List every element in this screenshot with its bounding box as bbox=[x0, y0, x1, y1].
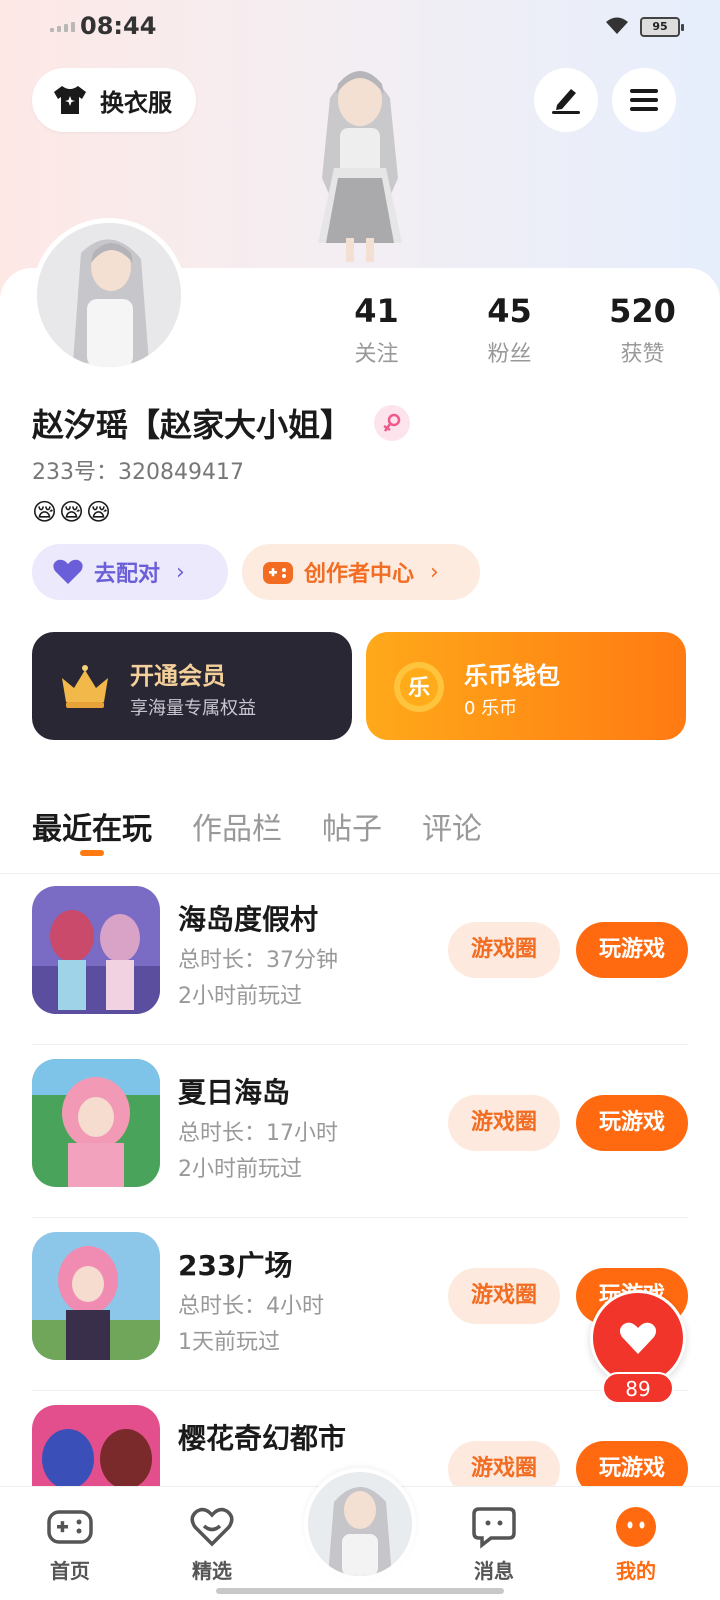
wallet-balance: 0 乐币 bbox=[464, 698, 518, 719]
avatar-image bbox=[308, 1472, 412, 1576]
profile-name-row: 赵汐瑶【赵家大小姐】 bbox=[32, 400, 411, 446]
pair-match-button[interactable]: 去配对 › bbox=[32, 544, 228, 600]
vip-title: 开通会员 bbox=[130, 662, 226, 690]
profile-stats: 41 关注 45 粉丝 520 获赞 bbox=[310, 292, 710, 368]
stat-value: 520 bbox=[609, 292, 676, 330]
stat-likes[interactable]: 520 获赞 bbox=[576, 292, 709, 368]
home-indicator bbox=[216, 1588, 504, 1594]
gamepad-icon bbox=[47, 1510, 93, 1544]
game-duration: 总时长：37分钟 bbox=[178, 948, 338, 973]
game-name: 樱花奇幻都市 bbox=[178, 1422, 347, 1455]
pen-icon bbox=[552, 89, 580, 114]
tabs-divider bbox=[0, 873, 720, 874]
avatar-3d-figure[interactable] bbox=[290, 58, 430, 268]
nav-messages[interactable]: 消息 bbox=[444, 1505, 544, 1584]
game-name: 夏日海岛 bbox=[178, 1076, 291, 1109]
battery-icon: 95 bbox=[640, 17, 684, 37]
game-circle-button[interactable]: 游戏圈 bbox=[448, 1095, 560, 1151]
play-game-button[interactable]: 玩游戏 bbox=[576, 922, 688, 978]
game-last-played: 2小时前玩过 bbox=[178, 1157, 302, 1182]
menu-button[interactable] bbox=[612, 68, 676, 132]
gamepad-icon bbox=[263, 562, 293, 584]
signature-emoji: 😪😪😪 bbox=[32, 498, 114, 526]
status-time: 08:44 bbox=[80, 12, 157, 40]
vip-membership-banner[interactable]: 开通会员 享海量专属权益 bbox=[32, 632, 352, 740]
stat-label: 获赞 bbox=[620, 342, 665, 367]
chat-icon bbox=[472, 1507, 516, 1549]
nav-home[interactable]: 首页 bbox=[20, 1505, 120, 1584]
tab-recently-played[interactable]: 最近在玩 bbox=[32, 804, 152, 848]
nav-messages-label: 消息 bbox=[474, 1559, 514, 1583]
list-divider bbox=[32, 1044, 688, 1045]
nav-avatar-button[interactable] bbox=[304, 1468, 416, 1580]
nav-home-label: 首页 bbox=[50, 1559, 90, 1583]
game-thumbnail bbox=[32, 1059, 160, 1187]
game-last-played: 1天前玩过 bbox=[178, 1330, 280, 1355]
game-name: 海岛度假村 bbox=[178, 903, 319, 936]
list-item[interactable]: 夏日海岛 总时长：17小时 2小时前玩过 游戏圈 玩游戏 bbox=[32, 1059, 688, 1235]
game-last-played: 2小时前玩过 bbox=[178, 984, 302, 1009]
crown-icon bbox=[62, 665, 108, 708]
stat-fans[interactable]: 45 粉丝 bbox=[443, 292, 576, 368]
profile-name: 赵汐瑶【赵家大小姐】 bbox=[32, 406, 353, 444]
wifi-icon bbox=[606, 17, 628, 34]
stat-value: 45 bbox=[487, 292, 532, 330]
avatar-image bbox=[37, 223, 181, 367]
creator-center-label: 创作者中心 bbox=[304, 562, 415, 587]
heart-outline-icon bbox=[190, 1507, 234, 1547]
active-tab-indicator bbox=[80, 850, 104, 856]
user-id: 233号：320849417 bbox=[32, 460, 244, 485]
play-game-button[interactable]: 玩游戏 bbox=[576, 1095, 688, 1151]
game-thumbnail bbox=[32, 886, 160, 1014]
coin-char: 乐 bbox=[408, 676, 430, 701]
nav-me[interactable]: 我的 bbox=[586, 1505, 686, 1584]
stat-value: 41 bbox=[354, 292, 399, 330]
nav-featured-label: 精选 bbox=[192, 1559, 232, 1583]
game-name: 233广场 bbox=[178, 1249, 293, 1282]
heart-icon bbox=[53, 559, 83, 584]
cell-signal-icon bbox=[50, 22, 75, 32]
nav-me-label: 我的 bbox=[616, 1559, 656, 1583]
status-bar: 08:44 95 bbox=[0, 0, 720, 56]
game-circle-button[interactable]: 游戏圈 bbox=[448, 1268, 560, 1324]
vip-subtitle: 享海量专属权益 bbox=[130, 698, 256, 719]
profile-tabs: 最近在玩 作品栏 帖子 评论 bbox=[32, 804, 482, 848]
game-thumbnail bbox=[32, 1232, 160, 1360]
profile-face-icon bbox=[616, 1507, 656, 1547]
nav-featured[interactable]: 精选 bbox=[162, 1505, 262, 1584]
game-duration: 总时长：17小时 bbox=[178, 1121, 338, 1146]
change-outfit-label: 换衣服 bbox=[100, 88, 172, 117]
list-item[interactable]: 233广场 总时长：4小时 1天前玩过 游戏圈 玩游戏 bbox=[32, 1232, 688, 1408]
stat-label: 粉丝 bbox=[487, 342, 532, 367]
tab-posts[interactable]: 帖子 bbox=[322, 804, 382, 848]
change-outfit-button[interactable]: 换衣服 bbox=[32, 68, 196, 132]
coin-wallet-banner[interactable]: 乐 乐币钱包 0 乐币 bbox=[366, 632, 686, 740]
pair-match-label: 去配对 bbox=[94, 562, 161, 587]
chevron-right-icon: › bbox=[430, 559, 439, 585]
like-count-badge: 89 bbox=[602, 1372, 674, 1404]
tab-works[interactable]: 作品栏 bbox=[192, 804, 282, 848]
shirt-icon bbox=[54, 86, 86, 114]
female-gender-icon bbox=[374, 405, 411, 441]
edit-profile-button[interactable] bbox=[534, 68, 598, 132]
game-duration: 总时长：4小时 bbox=[178, 1294, 324, 1319]
list-divider bbox=[32, 1217, 688, 1218]
stat-label: 关注 bbox=[354, 342, 399, 367]
list-divider bbox=[32, 1390, 688, 1391]
game-circle-button[interactable]: 游戏圈 bbox=[448, 922, 560, 978]
stat-following[interactable]: 41 关注 bbox=[310, 292, 443, 368]
tab-comments[interactable]: 评论 bbox=[422, 804, 482, 848]
list-item[interactable]: 海岛度假村 总时长：37分钟 2小时前玩过 游戏圈 玩游戏 bbox=[32, 886, 688, 1062]
wallet-title: 乐币钱包 bbox=[464, 662, 560, 690]
menu-icon bbox=[630, 89, 658, 111]
avatar[interactable] bbox=[32, 218, 186, 372]
chevron-right-icon: › bbox=[176, 559, 185, 585]
coin-icon: 乐 bbox=[394, 662, 444, 712]
heart-icon bbox=[619, 1322, 657, 1354]
creator-center-button[interactable]: 创作者中心 › bbox=[242, 544, 480, 600]
